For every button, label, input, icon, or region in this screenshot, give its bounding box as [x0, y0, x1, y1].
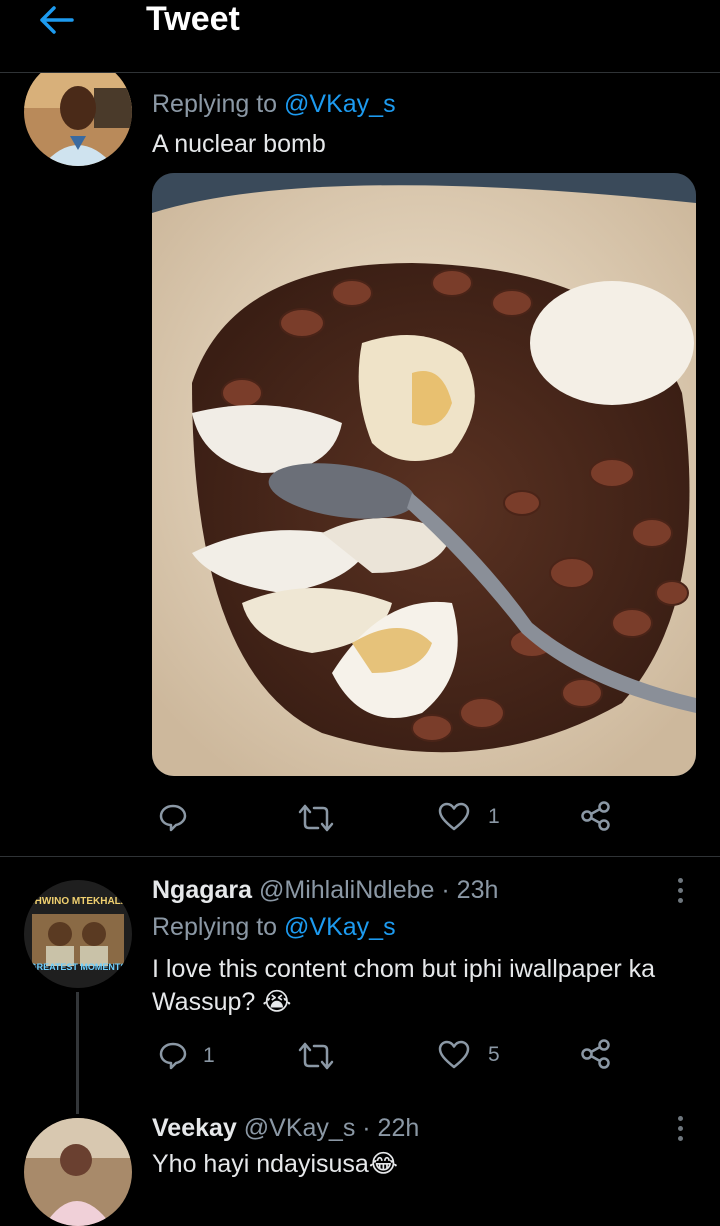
page-title: Tweet: [146, 0, 240, 38]
avatar[interactable]: SHWINO MTEKHALA GREATEST MOMENTS: [24, 880, 132, 988]
reply-button[interactable]: [157, 802, 189, 834]
avatar[interactable]: [24, 58, 132, 166]
top-bar: Tweet: [0, 0, 720, 72]
like-icon: [438, 1040, 470, 1069]
like-count: 5: [488, 1043, 500, 1066]
replying-label: Replying to: [152, 913, 278, 941]
like-icon: [438, 802, 470, 831]
like-count: 1: [488, 805, 500, 828]
avatar-caption-bottom: GREATEST MOMENTS: [29, 962, 127, 972]
replying-to: Replying to @VKay_s: [152, 913, 396, 942]
thread-line: [76, 992, 79, 1114]
tweet-divider: [0, 856, 720, 857]
user-handle: @VKay_s · 22h: [243, 1114, 420, 1142]
tweet-text: A nuclear bomb: [152, 130, 326, 158]
avatar[interactable]: [24, 1118, 132, 1226]
retweet-button[interactable]: [298, 1040, 334, 1072]
tweet-header: Ngagara @MihlaliNdlebe · 23h: [152, 876, 498, 905]
share-icon: [581, 801, 610, 831]
reply-count: 1: [203, 1044, 215, 1067]
back-button[interactable]: [34, 2, 78, 38]
more-icon[interactable]: [678, 878, 688, 908]
retweet-icon: [298, 804, 334, 832]
tweet-text: Yho hayi ndayisusa😂: [152, 1150, 399, 1178]
share-icon: [581, 1039, 610, 1069]
replying-label: Replying to: [152, 90, 278, 118]
user-name[interactable]: Veekay: [152, 1114, 237, 1142]
like-button[interactable]: 1: [438, 802, 500, 832]
replying-to: Replying to @VKay_s: [152, 90, 396, 119]
more-icon[interactable]: [678, 1116, 688, 1146]
header-divider: [0, 72, 720, 73]
tweet-text-line: Wassup? 😭: [152, 988, 292, 1016]
reply-icon: [159, 804, 187, 832]
tweet-text-line: I love this content chom but iphi iwallp…: [152, 955, 656, 983]
share-button[interactable]: [580, 1038, 612, 1070]
share-button[interactable]: [580, 800, 612, 832]
tweet-text: I love this content chom but iphi iwallp…: [152, 953, 692, 1019]
like-button[interactable]: 5: [438, 1040, 500, 1070]
reply-handle-link[interactable]: @VKay_s: [284, 90, 396, 118]
retweet-icon: [298, 1042, 334, 1070]
reply-button[interactable]: 1: [157, 1040, 215, 1072]
retweet-button[interactable]: [298, 802, 334, 834]
avatar-caption-top: SHWINO MTEKHALA: [28, 896, 128, 907]
user-name[interactable]: Ngagara: [152, 876, 252, 904]
user-handle: @MihlaliNdlebe · 23h: [259, 876, 499, 904]
tweet-photo[interactable]: [152, 173, 696, 776]
tweet-header: Veekay @VKay_s · 22h: [152, 1114, 419, 1143]
reply-handle-link[interactable]: @VKay_s: [284, 913, 396, 941]
back-arrow-icon: [40, 6, 74, 34]
reply-icon: [159, 1042, 187, 1070]
